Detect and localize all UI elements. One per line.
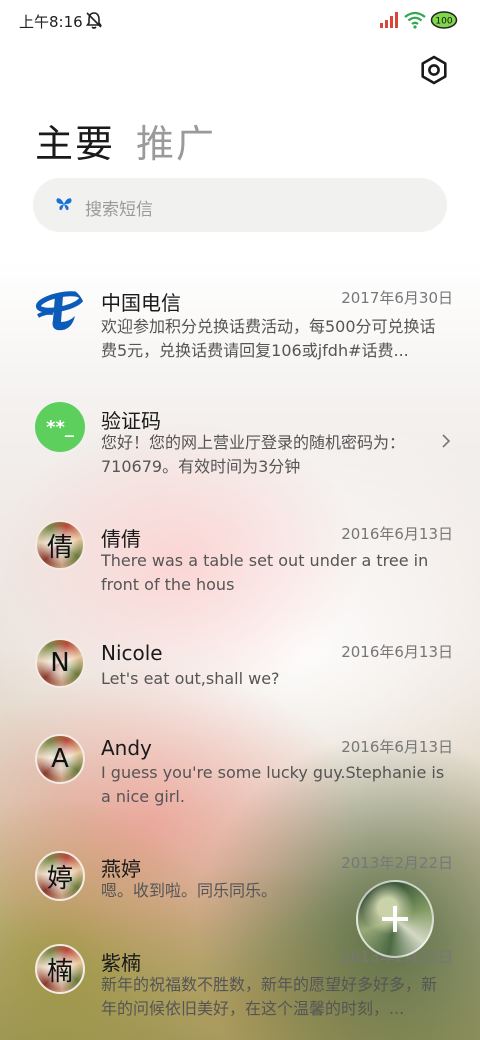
conversation-item[interactable]: **_ 验证码 您好！您的网上营业厅登录的随机密码为：710679。有效时间为3… xyxy=(0,397,480,497)
contact-name: 倩倩 xyxy=(101,527,141,551)
avatar: 婷 xyxy=(35,851,85,901)
wifi-icon xyxy=(404,11,426,29)
message-date: 2016年6月13日 xyxy=(341,738,453,756)
tab-main[interactable]: 主要 xyxy=(35,113,115,168)
butterfly-icon xyxy=(56,198,72,211)
contact-name: 紫楠 xyxy=(101,951,141,975)
conversation-item[interactable]: A Andy 2016年6月13日 I guess you're some lu… xyxy=(0,731,480,831)
conversation-item[interactable]: 楠 紫楠 2013年2月22日 新年的祝福数不胜数，新年的愿望好多好多，新年的问… xyxy=(0,944,480,1040)
contact-name: Nicole xyxy=(101,641,163,665)
message-date: 2013年2月22日 xyxy=(341,854,453,872)
avatar-text: 楠 xyxy=(46,956,73,987)
avatar: 楠 xyxy=(35,944,85,994)
avatar: A xyxy=(35,734,85,784)
mute-icon xyxy=(85,12,103,29)
message-preview: There was a table set out under a tree i… xyxy=(101,551,429,594)
conversation-item[interactable]: 中国电信 2017年6月30日 欢迎参加积分兑换话费活动，每500分可兑换话费5… xyxy=(0,280,480,390)
contact-name: Andy xyxy=(101,736,152,760)
contact-name: 验证码 xyxy=(101,409,161,433)
message-date: 2016年6月13日 xyxy=(341,525,453,543)
avatar xyxy=(35,286,85,336)
plus-icon xyxy=(382,906,408,932)
battery-level: 100 xyxy=(435,17,452,27)
tab-promotions[interactable]: 推广 xyxy=(136,113,216,168)
avatar: 倩 xyxy=(35,520,85,570)
avatar-text: N xyxy=(50,648,70,678)
avatar-text: 婷 xyxy=(46,863,73,894)
message-preview: 欢迎参加积分兑换话费活动，每500分可兑换话费5元，兑换话费请回复106或jfd… xyxy=(101,317,436,360)
message-preview: Let's eat out,shall we? xyxy=(101,669,280,688)
avatar-text: 倩 xyxy=(46,532,73,563)
message-preview: I guess you're some lucky guy.Stephanie … xyxy=(101,763,445,806)
search-bar[interactable]: 搜索短信 xyxy=(33,178,447,232)
message-preview: 新年的祝福数不胜数，新年的愿望好多好多，新年的问候依旧美好，在这个温馨的时刻，.… xyxy=(101,975,438,1018)
contact-name: 燕婷 xyxy=(101,857,141,881)
chevron-right-icon[interactable] xyxy=(440,433,452,449)
message-date: 2017年6月30日 xyxy=(341,289,453,307)
message-preview: 您好！您的网上营业厅登录的随机密码为：710679。有效时间为3分钟 xyxy=(101,433,406,476)
conversation-item[interactable]: 倩 倩倩 2016年6月13日 There was a table set ou… xyxy=(0,516,480,616)
message-date: 2016年6月13日 xyxy=(341,643,453,661)
conversation-item[interactable]: N Nicole 2016年6月13日 Let's eat out,shall … xyxy=(0,636,480,716)
contact-name: 中国电信 xyxy=(101,291,181,315)
new-message-button[interactable] xyxy=(356,880,434,958)
avatar-text: **_ xyxy=(46,416,74,438)
china-telecom-logo-icon xyxy=(35,291,85,331)
battery-icon: 100 xyxy=(430,11,458,29)
status-bar: 上午8:16 100 xyxy=(0,0,480,40)
settings-gear-icon[interactable] xyxy=(418,54,450,86)
avatar: **_ xyxy=(35,402,85,452)
avatar: N xyxy=(35,638,85,688)
avatar-text: A xyxy=(51,744,69,774)
search-placeholder: 搜索短信 xyxy=(85,200,153,220)
signal-icon xyxy=(380,12,398,28)
status-time: 上午8:16 xyxy=(19,13,83,31)
